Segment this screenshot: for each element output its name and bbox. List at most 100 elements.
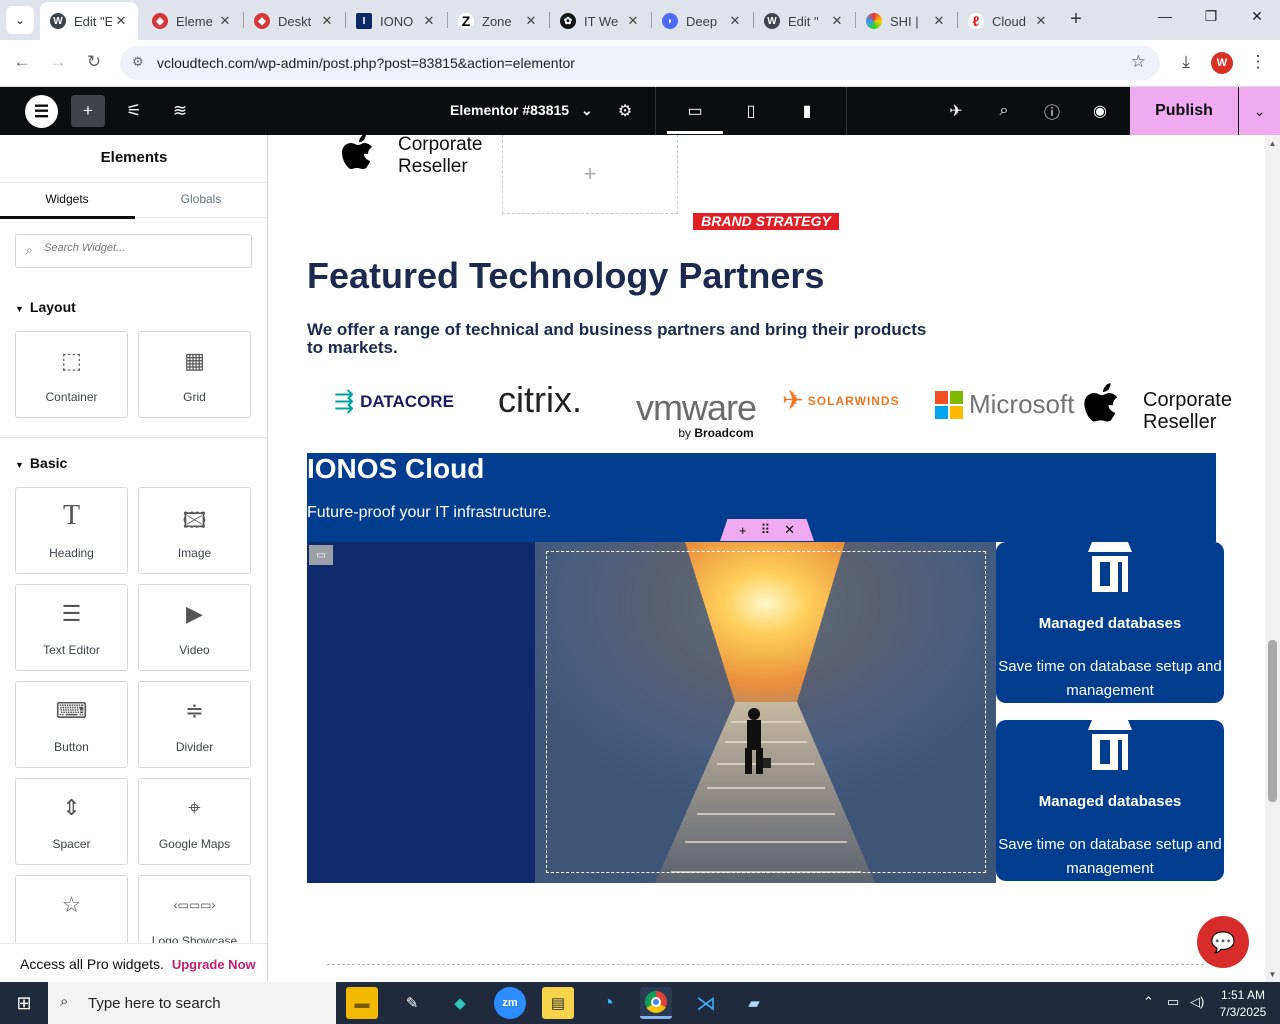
edge-icon[interactable]: ◔: [592, 987, 624, 1019]
ionos-title[interactable]: IONOS Cloud: [307, 453, 484, 485]
tab-search-icon[interactable]: ⌄: [6, 6, 34, 34]
scroll-down-icon[interactable]: ▼: [1265, 970, 1280, 979]
widget-google-maps[interactable]: ⌖ Google Maps: [138, 778, 251, 865]
widget-video[interactable]: ▶ Video: [138, 584, 251, 671]
close-tab-icon[interactable]: ✕: [420, 13, 438, 29]
browser-tab[interactable]: ℓ Cloud ✕: [958, 6, 1058, 36]
sticky-notes-icon[interactable]: ▤: [542, 987, 574, 1019]
canvas-scrollbar[interactable]: [1265, 135, 1280, 982]
close-tab-icon[interactable]: ✕: [216, 13, 234, 29]
structure-layers-icon[interactable]: ≋: [164, 97, 196, 125]
close-tab-icon[interactable]: ✕: [624, 13, 642, 29]
tablet-view-icon[interactable]: ▯: [736, 97, 766, 125]
column-handle-icon[interactable]: ▭: [309, 545, 333, 565]
ionos-subtitle[interactable]: Future-proof your IT infrastructure.: [307, 504, 551, 522]
scrollbar-thumb[interactable]: [1268, 640, 1277, 802]
system-clock[interactable]: 1:51 AM 7/3/2025: [1213, 987, 1273, 1021]
browser-tab[interactable]: ◆ Eleme ✕: [142, 6, 242, 36]
tab-widgets[interactable]: Widgets: [0, 192, 134, 206]
taskbar-search[interactable]: ⌕ Type here to search: [48, 982, 336, 1024]
mobile-view-icon[interactable]: ▮: [792, 97, 822, 125]
vscode-icon[interactable]: ⋊: [690, 987, 722, 1019]
add-element-icon[interactable]: +: [71, 95, 105, 127]
widget-spacer[interactable]: ⇕ Spacer: [15, 778, 128, 865]
add-section-icon[interactable]: +: [739, 523, 747, 538]
widget-grid[interactable]: ▦ Grid: [138, 331, 251, 418]
restore-icon[interactable]: ❐: [1196, 8, 1226, 25]
browser-tab[interactable]: W Edit "E ✕: [40, 2, 138, 40]
notifications-icon[interactable]: ✈: [941, 97, 971, 125]
browser-tab[interactable]: W Edit " ✕: [754, 6, 854, 36]
chat-bubble-icon[interactable]: 💬: [1197, 916, 1249, 968]
widget-button[interactable]: ⌨ Button: [15, 681, 128, 768]
document-title[interactable]: Elementor #83815 ⌄: [450, 102, 593, 119]
section-layout[interactable]: ▼ Layout: [15, 299, 76, 315]
desktop-view-icon[interactable]: ▭: [680, 97, 710, 125]
close-tab-icon[interactable]: ✕: [1032, 13, 1050, 29]
windows-start-icon[interactable]: ⊞: [0, 982, 48, 1024]
close-window-icon[interactable]: ✕: [1242, 8, 1272, 25]
chrome-icon[interactable]: [640, 987, 672, 1019]
site-info-icon[interactable]: ⚙: [132, 54, 144, 70]
tray-chevron-icon[interactable]: ⌃: [1143, 994, 1154, 1010]
close-tab-icon[interactable]: ✕: [522, 13, 540, 29]
address-bar[interactable]: ⚙ vcloudtech.com/wp-admin/post.php?post=…: [120, 46, 1160, 80]
file-explorer-icon[interactable]: ▬: [346, 987, 378, 1019]
section-toolbar[interactable]: + ⠿ ✕: [720, 519, 814, 541]
widget-image[interactable]: 🖾 Image: [138, 487, 251, 574]
drag-handle-icon[interactable]: ⠿: [761, 522, 771, 538]
close-tab-icon[interactable]: ✕: [726, 13, 744, 29]
url-text[interactable]: vcloudtech.com/wp-admin/post.php?post=83…: [157, 55, 575, 71]
widget-search-input[interactable]: [44, 242, 244, 254]
left-column[interactable]: [307, 542, 535, 883]
empty-column-add[interactable]: +: [502, 135, 678, 214]
widget-divider[interactable]: ≑ Divider: [138, 681, 251, 768]
upgrade-now-link[interactable]: Upgrade Now: [172, 957, 256, 972]
hero-image-column[interactable]: [535, 542, 996, 883]
feature-card[interactable]: Managed databases Save time on database …: [996, 542, 1224, 703]
publish-button[interactable]: Publish: [1130, 87, 1238, 135]
image-widget-outline[interactable]: [546, 551, 986, 873]
close-tab-icon[interactable]: ✕: [930, 13, 948, 29]
forward-icon[interactable]: →: [46, 52, 70, 72]
scroll-up-icon[interactable]: ▲: [1265, 139, 1280, 148]
featured-partners-heading[interactable]: Featured Technology Partners: [307, 255, 824, 297]
tab-globals[interactable]: Globals: [134, 192, 267, 206]
back-icon[interactable]: ←: [10, 52, 34, 72]
close-tab-icon[interactable]: ✕: [318, 13, 336, 29]
volume-icon[interactable]: ◁): [1190, 994, 1204, 1010]
reload-icon[interactable]: ↻: [82, 52, 106, 72]
profile-avatar[interactable]: W: [1211, 52, 1233, 74]
delete-section-icon[interactable]: ✕: [784, 522, 795, 538]
feature-card[interactable]: Managed databases Save time on database …: [996, 720, 1224, 881]
paint-app-icon[interactable]: ✎: [396, 987, 428, 1019]
zoom-icon[interactable]: zm: [494, 987, 526, 1019]
preview-eye-icon[interactable]: ◉: [1085, 97, 1115, 125]
app-diamond-icon[interactable]: ◆: [444, 987, 476, 1019]
browser-tab[interactable]: Z Zone ✕: [448, 6, 548, 36]
publish-options-chevron-icon[interactable]: ⌄: [1239, 87, 1280, 135]
site-settings-icon[interactable]: ⚟: [118, 97, 150, 125]
browser-tab[interactable]: ◗ Deep ✕: [652, 6, 752, 36]
minimize-icon[interactable]: —: [1150, 8, 1180, 24]
close-tab-icon[interactable]: ✕: [112, 13, 130, 29]
elementor-logo-icon[interactable]: ☰: [25, 95, 58, 128]
widget-search[interactable]: ⌕: [15, 234, 252, 268]
widget-text-editor[interactable]: ☰ Text Editor: [15, 584, 128, 671]
browser-tab[interactable]: ✿ IT We ✕: [550, 6, 650, 36]
bookmark-star-icon[interactable]: ☆: [1131, 52, 1146, 72]
widget-container[interactable]: ⬚ Container: [15, 331, 128, 418]
section-basic[interactable]: ▼ Basic: [15, 455, 67, 471]
empty-section-outline[interactable]: [327, 964, 1204, 982]
widget-heading[interactable]: T Heading: [15, 487, 128, 574]
finder-search-icon[interactable]: ⌕: [989, 97, 1019, 125]
page-settings-icon[interactable]: ⚙: [610, 97, 640, 125]
browser-tab[interactable]: SHI | ✕: [856, 6, 956, 36]
browser-tab[interactable]: ◆ Deskt ✕: [244, 6, 344, 36]
close-tab-icon[interactable]: ✕: [828, 13, 846, 29]
browser-menu-icon[interactable]: ⋮: [1246, 52, 1270, 72]
download-icon[interactable]: ⤓: [1174, 52, 1198, 72]
network-icon[interactable]: ▭: [1167, 994, 1179, 1010]
browser-tab[interactable]: I IONO ✕: [346, 6, 446, 36]
partners-subheading[interactable]: We offer a range of technical and busine…: [307, 321, 927, 357]
